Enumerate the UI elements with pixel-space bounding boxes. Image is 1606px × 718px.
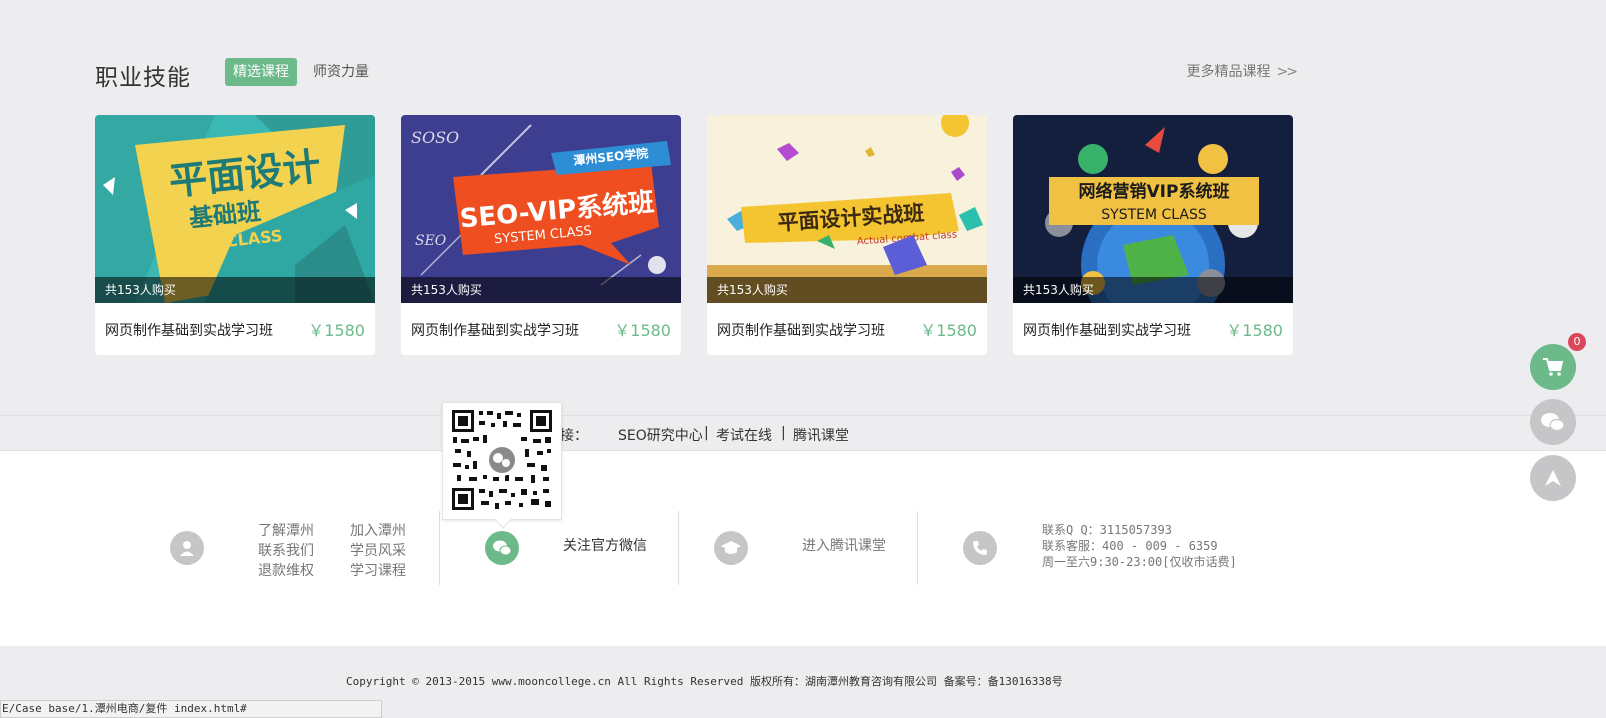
- contact-qq: 联系Q Q：3115057393: [1042, 523, 1172, 537]
- buyer-count: 共153人购买: [1013, 277, 1293, 303]
- course-name[interactable]: 网页制作基础到实战学习班: [717, 320, 885, 340]
- course-price: ￥1580: [308, 321, 365, 340]
- user-icon: [170, 531, 204, 565]
- course-name[interactable]: 网页制作基础到实战学习班: [411, 320, 579, 340]
- course-price: ￥1580: [1226, 321, 1283, 340]
- tab-teachers[interactable]: 师资力量: [313, 58, 369, 86]
- footer-info: 了解潭州 加入潭州 联系我们 学员风采 退款维权 学习课程 关注官方微信 进入腾…: [0, 451, 1606, 646]
- wechat-icon[interactable]: [485, 531, 519, 565]
- banner-logo-seo: SEO: [415, 233, 447, 249]
- follow-wechat-text[interactable]: 关注官方微信: [563, 535, 647, 555]
- divider: [678, 511, 679, 585]
- banner-english: SYSTEM CLASS: [1101, 207, 1207, 223]
- course-name[interactable]: 网页制作基础到实战学习班: [1023, 320, 1191, 340]
- more-courses-label: 更多精品课程: [1186, 64, 1271, 80]
- course-price: ￥1580: [920, 321, 977, 340]
- enter-tencent-classroom-link[interactable]: 进入腾讯课堂: [802, 535, 886, 555]
- footer-link-refund[interactable]: 退款维权: [258, 560, 314, 580]
- arrow-up-icon: [1545, 470, 1561, 486]
- contact-info: 联系Q Q：3115057393 联系客服：400 - 009 - 6359 周…: [1042, 522, 1237, 570]
- qr-code-icon: [452, 410, 552, 510]
- double-chevron-right-icon: >>: [1276, 64, 1299, 80]
- banner-logo-soso: SOSO: [411, 128, 459, 147]
- buyer-count: 共153人购买: [707, 277, 987, 303]
- footer-link-contact[interactable]: 联系我们: [258, 540, 314, 560]
- course-section-header: 职业技能 精选课程 师资力量 更多精品课程 >>: [95, 56, 1299, 91]
- friend-link-seo-research[interactable]: SEO研究中心: [618, 425, 703, 445]
- wechat-icon: [1541, 413, 1565, 432]
- course-banner-image[interactable]: SOSO SEO 潭州SEO学院 SEO-VIP系统班 SYSTEM CLASS…: [401, 115, 681, 303]
- course-name[interactable]: 网页制作基础到实战学习班: [105, 320, 273, 340]
- course-card[interactable]: 网络营销VIP系统班 SYSTEM CLASS 共153人购买 网页制作基础到实…: [1013, 115, 1293, 355]
- banner-title: 网络营销VIP系统班: [1079, 181, 1230, 202]
- footer-link-join[interactable]: 加入潭州: [350, 520, 406, 540]
- course-price: ￥1580: [614, 321, 671, 340]
- browser-status-bar: E/Case base/1.潭州电商/复件 index.html#: [0, 700, 382, 718]
- wechat-side-button[interactable]: [1530, 399, 1576, 445]
- section-title: 职业技能: [95, 65, 191, 91]
- divider: [917, 511, 918, 585]
- footer-link-about[interactable]: 了解潭州: [258, 520, 314, 540]
- course-banner-image[interactable]: 平面设计 基础班 BASIC CLASS 共153人购买: [95, 115, 375, 303]
- friend-links-bar: 链接： SEO研究中心 | 考试在线 | 腾讯课堂: [0, 415, 1606, 451]
- phone-icon: [963, 531, 997, 565]
- tab-featured-courses[interactable]: 精选课程: [225, 58, 297, 86]
- course-card[interactable]: SOSO SEO 潭州SEO学院 SEO-VIP系统班 SYSTEM CLASS…: [401, 115, 681, 355]
- course-banner-image[interactable]: 平面设计实战班 Actual combat class 共153人购买: [707, 115, 987, 303]
- course-card[interactable]: 平面设计实战班 Actual combat class 共153人购买 网页制作…: [707, 115, 987, 355]
- contact-service-phone: 联系客服：400 - 009 - 6359: [1042, 539, 1218, 553]
- footer-link-courses[interactable]: 学习课程: [350, 560, 406, 580]
- cart-button[interactable]: [1530, 344, 1576, 390]
- footer-link-students[interactable]: 学员风采: [350, 540, 406, 560]
- divider: [439, 511, 440, 585]
- more-courses-link[interactable]: 更多精品课程 >>: [1186, 58, 1299, 86]
- graduation-cap-icon: [714, 531, 748, 565]
- wechat-qr-popup: [442, 402, 562, 529]
- friend-link-tencent-classroom[interactable]: 腾讯课堂: [793, 425, 849, 445]
- contact-hours: 周一至六9:30-23:00[仅收市话费]: [1042, 555, 1237, 569]
- course-card[interactable]: 平面设计 基础班 BASIC CLASS 共153人购买 网页制作基础到实战学习…: [95, 115, 375, 355]
- link-separator: |: [781, 425, 786, 441]
- buyer-count: 共153人购买: [401, 277, 681, 303]
- cart-icon: [1543, 358, 1564, 376]
- course-banner-image[interactable]: 网络营销VIP系统班 SYSTEM CLASS 共153人购买: [1013, 115, 1293, 303]
- buyer-count: 共153人购买: [95, 277, 375, 303]
- back-to-top-button[interactable]: [1530, 455, 1576, 501]
- copyright-text: Copyright © 2013-2015 www.mooncollege.cn…: [346, 675, 1063, 688]
- cart-count-badge: 0: [1568, 333, 1586, 351]
- link-separator: |: [704, 425, 709, 441]
- friend-link-exam-online[interactable]: 考试在线: [716, 425, 772, 445]
